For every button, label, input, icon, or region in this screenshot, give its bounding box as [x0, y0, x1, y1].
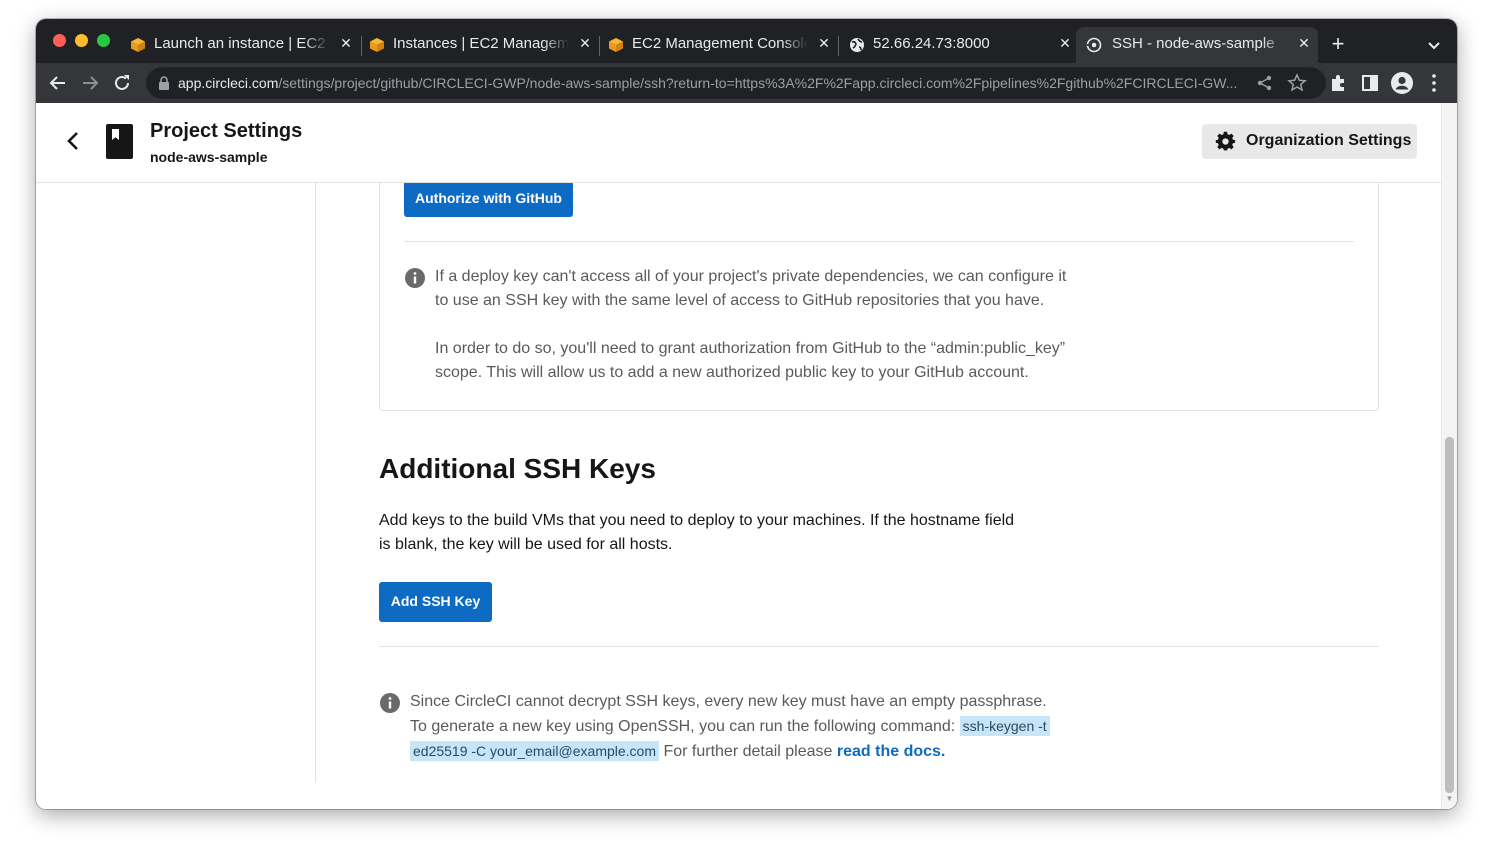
aws-box-icon: [609, 38, 623, 52]
section-description: Add keys to the build VMs that you need …: [379, 509, 1039, 557]
tab-separator: [361, 36, 362, 56]
browser-tab-launch-instance[interactable]: Launch an instance | EC2 Management Cons…: [128, 27, 360, 63]
tab-title: EC2 Management Console: [632, 35, 808, 52]
further-detail-text: For further detail please: [663, 743, 833, 760]
url-host: app.circleci.com: [178, 75, 279, 91]
address-url: app.circleci.com/settings/project/github…: [178, 75, 1238, 91]
tab-strip: Launch an instance | EC2 Management Cons…: [36, 19, 1457, 63]
deploy-key-note-line: In order to do so, you'll need to grant …: [435, 340, 1066, 357]
forward-arrow-icon[interactable]: [78, 71, 102, 95]
section-title: Additional SSH Keys: [379, 453, 656, 484]
browser-tab-ip-address[interactable]: 52.66.24.73:8000 ✕: [847, 27, 1079, 63]
aws-box-icon: [370, 38, 384, 52]
authorize-github-button[interactable]: Authorize with GitHub: [404, 183, 573, 217]
tab-title: Instances | EC2 Management Console: [393, 35, 569, 52]
read-docs-link[interactable]: read the docs.: [837, 743, 945, 760]
scroll-down-arrow-icon[interactable]: ▼: [1445, 795, 1454, 803]
authorize-github-label: Authorize with GitHub: [415, 190, 562, 206]
card-divider: [404, 241, 1354, 242]
aws-box-icon: [131, 38, 145, 52]
new-tab-plus-icon[interactable]: +: [1326, 33, 1350, 57]
deploy-key-note-line: If a deploy key can't access all of your…: [435, 268, 1067, 285]
browser-tab-ssh-active[interactable]: SSH - node-aws-sample ✕: [1076, 27, 1318, 63]
tab-close-icon[interactable]: ✕: [577, 35, 593, 51]
tab-close-icon[interactable]: ✕: [816, 35, 832, 51]
bookmark-star-icon[interactable]: [1287, 73, 1307, 93]
page-title: Project Settings: [150, 120, 303, 142]
scrollbar-thumb[interactable]: [1445, 437, 1454, 793]
extensions-puzzle-icon[interactable]: [1326, 71, 1350, 95]
gear-icon: [1215, 131, 1236, 151]
ssh-key-note: Since CircleCI cannot decrypt SSH keys, …: [410, 690, 1070, 764]
deploy-key-note-line: to use an SSH key with the same level of…: [435, 292, 1045, 309]
organization-settings-label: Organization Settings: [1246, 132, 1412, 149]
deploy-key-note: If a deploy key can't access all of your…: [435, 265, 1095, 385]
project-name: node-aws-sample: [150, 149, 268, 165]
circleci-icon: [1086, 37, 1102, 53]
close-window-button[interactable]: [53, 34, 66, 47]
reload-icon[interactable]: [110, 71, 134, 95]
tab-close-icon[interactable]: ✕: [338, 35, 354, 51]
tab-separator: [838, 36, 839, 56]
organization-settings-button[interactable]: Organization Settings: [1202, 124, 1417, 159]
tab-title: 52.66.24.73:8000: [873, 35, 990, 52]
kebab-menu-icon[interactable]: [1422, 71, 1446, 95]
url-path: /settings/project/github/CIRCLECI-GWP/no…: [278, 75, 1238, 91]
tab-close-icon[interactable]: ✕: [1057, 35, 1073, 51]
browser-tab-instances[interactable]: Instances | EC2 Management Console ✕: [367, 27, 599, 63]
zoom-window-button[interactable]: [97, 34, 110, 47]
deploy-key-note-line: scope. This will allow us to add a new a…: [435, 364, 1029, 381]
browser-toolbar: app.circleci.com/settings/project/github…: [36, 63, 1457, 103]
section-description-line: is blank, the key will be used for all h…: [379, 536, 673, 553]
main-content: Authorize with GitHub If a deploy key ca…: [36, 183, 1441, 809]
project-book-icon: [106, 124, 133, 159]
ssh-keygen-command: ssh-keygen -t: [959, 716, 1050, 736]
bookmark-ribbon-icon: [112, 129, 119, 140]
section-description-line: Add keys to the build VMs that you need …: [379, 512, 1015, 529]
app-header: Project Settings node-aws-sample Organiz…: [36, 103, 1441, 183]
browser-tab-ec2-console[interactable]: EC2 Management Console ✕: [606, 27, 838, 63]
section-divider: [379, 646, 1379, 647]
chevron-down-icon[interactable]: [1424, 35, 1444, 55]
side-panel-icon[interactable]: [1358, 71, 1382, 95]
globe-icon: [850, 38, 864, 52]
tab-title: Launch an instance | EC2 Management Cons…: [154, 35, 330, 52]
ssh-keygen-command: ed25519 -C your_email@example.com: [410, 741, 659, 761]
add-ssh-key-button[interactable]: Add SSH Key: [379, 582, 492, 622]
info-icon: [380, 693, 400, 713]
tab-title: SSH - node-aws-sample: [1112, 35, 1275, 52]
ssh-key-note-line: ed25519 -C your_email@example.com For fu…: [410, 739, 1070, 764]
back-arrow-icon[interactable]: [46, 71, 70, 95]
ssh-key-note-line: To generate a new key using OpenSSH, you…: [410, 714, 1070, 739]
tab-separator: [599, 36, 600, 56]
share-icon[interactable]: [1256, 74, 1274, 92]
sidebar-divider: [315, 183, 316, 783]
lock-icon: [159, 76, 169, 90]
tab-close-icon[interactable]: ✕: [1296, 35, 1312, 51]
ssh-key-note-line: Since CircleCI cannot decrypt SSH keys, …: [410, 693, 1047, 710]
info-icon: [405, 268, 425, 288]
add-ssh-key-label: Add SSH Key: [390, 593, 481, 609]
chevron-left-icon[interactable]: [62, 129, 86, 153]
minimize-window-button[interactable]: [75, 34, 88, 47]
browser-window: Launch an instance | EC2 Management Cons…: [36, 19, 1457, 809]
profile-avatar-icon[interactable]: [1390, 71, 1414, 95]
address-bar[interactable]: app.circleci.com/settings/project/github…: [146, 67, 1326, 99]
ssh-key-note-text: To generate a new key using OpenSSH, you…: [410, 718, 956, 735]
